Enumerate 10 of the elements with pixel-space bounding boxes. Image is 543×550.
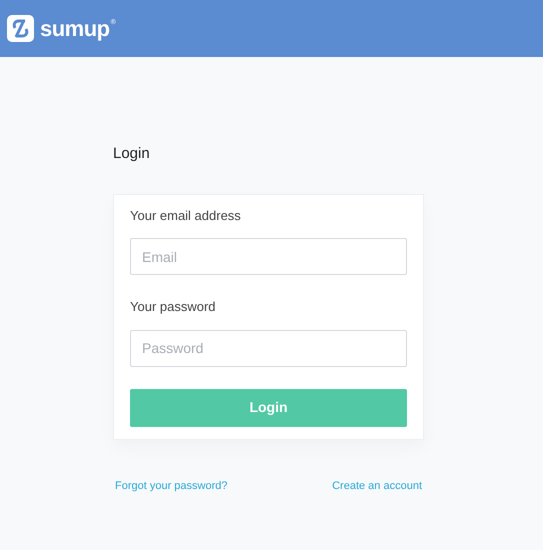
field-label: Your password bbox=[130, 298, 217, 316]
logo-icon bbox=[7, 15, 34, 42]
logo-text: sumup bbox=[40, 18, 110, 40]
input-field[interactable]: Email bbox=[130, 238, 407, 275]
page-title: Login bbox=[113, 144, 151, 164]
login-button[interactable]: Login bbox=[130, 388, 407, 426]
field-label: Your email address bbox=[130, 206, 242, 224]
input-field[interactable]: Password bbox=[130, 330, 407, 366]
text-link[interactable]: Create an account bbox=[332, 478, 422, 494]
text-link[interactable]: Forgot your password? bbox=[115, 478, 228, 494]
